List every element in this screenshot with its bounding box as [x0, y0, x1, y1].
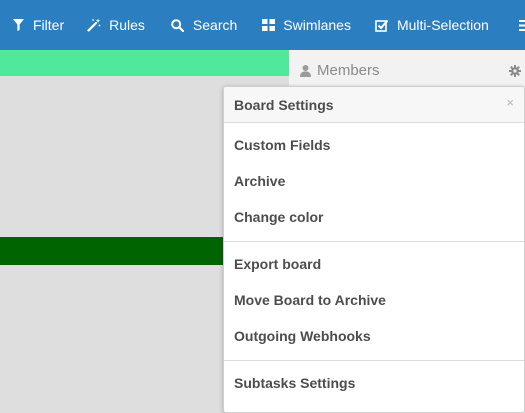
rules-button[interactable]: Rules	[87, 0, 145, 50]
gear-icon[interactable]	[509, 64, 521, 81]
checkbox-icon	[375, 18, 389, 32]
members-label: Members	[317, 62, 380, 79]
menu-group-subtasks: Subtasks Settings	[224, 360, 524, 407]
filter-button[interactable]: Filter	[11, 0, 64, 50]
rules-label: Rules	[109, 17, 145, 33]
menu-item-archive[interactable]: Archive	[224, 163, 524, 199]
hamburger-menu-icon	[518, 18, 525, 32]
menu-item-outgoing-webhooks[interactable]: Outgoing Webhooks	[224, 318, 524, 354]
swimlanes-label: Swimlanes	[283, 17, 351, 33]
board-page: Filter Rules Search Swimlanes Multi-Sele…	[0, 0, 525, 413]
multi-selection-label: Multi-Selection	[396, 17, 489, 33]
members-sidebar-header: Members	[289, 50, 525, 86]
swimlanes-icon	[261, 18, 275, 32]
board-settings-popup: Board Settings × Custom Fields Archive C…	[223, 86, 525, 413]
filter-label: Filter	[33, 17, 65, 33]
popup-header: Board Settings ×	[224, 87, 524, 123]
menu-item-subtasks-settings[interactable]: Subtasks Settings	[224, 365, 524, 401]
close-icon[interactable]: ×	[506, 95, 514, 110]
swimlanes-button[interactable]: Swimlanes	[261, 0, 351, 50]
search-button[interactable]: Search	[171, 0, 237, 50]
menu-item-change-color[interactable]: Change color	[224, 199, 524, 235]
list-header-color-bar	[0, 50, 289, 76]
board-header-toolbar: Filter Rules Search Swimlanes Multi-Sele…	[0, 0, 525, 50]
menu-item-move-board-to-archive[interactable]: Move Board to Archive	[224, 282, 524, 318]
magic-wand-icon	[87, 18, 101, 32]
menu-item-export-board[interactable]: Export board	[224, 246, 524, 282]
filter-icon	[11, 18, 25, 32]
multi-selection-button[interactable]: Multi-Selection	[375, 0, 489, 50]
menu-group-board-actions: Export board Move Board to Archive Outgo…	[224, 241, 524, 360]
menu-item-custom-fields[interactable]: Custom Fields	[224, 127, 524, 163]
menu-group-fields: Custom Fields Archive Change color	[224, 123, 524, 241]
popup-title: Board Settings	[234, 97, 334, 113]
person-icon	[300, 64, 311, 81]
swimlane-color-bar	[0, 237, 224, 265]
sidebar-toggle-button[interactable]	[518, 0, 525, 50]
search-label: Search	[192, 17, 238, 33]
search-icon	[171, 18, 185, 32]
